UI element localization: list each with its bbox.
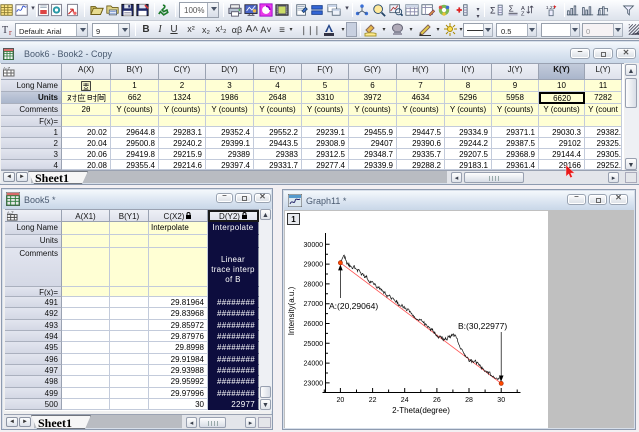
svg-text:30000: 30000 xyxy=(304,242,324,249)
svg-text:28: 28 xyxy=(465,397,473,404)
svg-text:26000: 26000 xyxy=(304,321,324,328)
svg-text:27000: 27000 xyxy=(304,301,324,308)
svg-text:20: 20 xyxy=(337,397,345,404)
svg-text:2-Theta(degree): 2-Theta(degree) xyxy=(392,406,450,415)
svg-text:A:(20,29064): A:(20,29064) xyxy=(329,301,378,311)
svg-text:22: 22 xyxy=(369,397,377,404)
svg-text:Σ: Σ xyxy=(509,5,514,14)
svg-text:Σ: Σ xyxy=(490,5,496,15)
svg-text:r: r xyxy=(9,28,12,37)
svg-text:T: T xyxy=(2,25,8,36)
svg-text:B:(30,22977): B:(30,22977) xyxy=(458,321,507,331)
svg-text:Z: Z xyxy=(521,12,525,18)
svg-text:24: 24 xyxy=(401,397,409,404)
svg-text:23000: 23000 xyxy=(304,380,324,387)
svg-text:29000: 29000 xyxy=(304,262,324,269)
svg-text:25000: 25000 xyxy=(304,341,324,348)
svg-text:24000: 24000 xyxy=(304,361,324,368)
svg-text:30: 30 xyxy=(497,397,505,404)
svg-text:28000: 28000 xyxy=(304,281,324,288)
svg-text:26: 26 xyxy=(433,397,441,404)
svg-text:Intensity(a.u.): Intensity(a.u.) xyxy=(287,286,296,335)
